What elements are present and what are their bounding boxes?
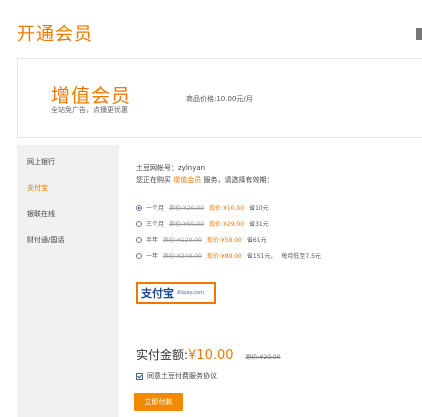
sidebar-item-unionpay[interactable]: 银联在线 bbox=[27, 209, 55, 219]
pay-original: 原价:¥20.00 bbox=[245, 354, 281, 361]
pay-amount-line: 实付金额: ¥10.00 原价:¥20.00 bbox=[136, 346, 281, 363]
page-title: 开通会员 bbox=[17, 24, 93, 45]
pay-now-button[interactable]: 立即付款 bbox=[134, 393, 183, 411]
option-period: 三个月 bbox=[146, 221, 165, 228]
option-save: 省10元 bbox=[249, 205, 269, 212]
option-now: 现价:¥10.00 bbox=[209, 205, 245, 212]
purchase-intro: 您正在购买 增值会员 服务，请选择有效期： bbox=[136, 175, 273, 185]
option-extra: 每月低至7.5元 bbox=[281, 253, 321, 260]
option-original: 原价:¥120.00 bbox=[163, 237, 202, 244]
intro-prefix: 您正在购买 bbox=[136, 176, 171, 184]
checkbox-checked-icon[interactable] bbox=[136, 372, 143, 380]
option-period: 一个月 bbox=[146, 205, 165, 212]
radio-icon[interactable] bbox=[136, 236, 142, 243]
sidebar-item-tenpay[interactable]: 财付通/国话 bbox=[27, 235, 64, 245]
option-period: 一年 bbox=[146, 253, 159, 260]
period-option[interactable]: 三个月 原价:¥60.00 现价:¥29.00 省31元 bbox=[136, 219, 274, 228]
option-original: 原价:¥60.00 bbox=[169, 221, 205, 228]
intro-suffix: 服务，请选择有效期： bbox=[203, 176, 274, 184]
alipay-logo-en: Alipay.com bbox=[177, 290, 204, 296]
option-now: 现价:¥59.00 bbox=[206, 237, 242, 244]
alipay-logo-text: 支付宝 bbox=[141, 287, 174, 300]
sidebar-item-online-bank[interactable]: 网上银行 bbox=[27, 157, 55, 167]
radio-selected-icon[interactable] bbox=[136, 204, 142, 211]
account-label: 土豆网帐号：zylnyan bbox=[136, 164, 206, 172]
product-price: 商品价格:10.00元/月 bbox=[186, 95, 253, 103]
page: 开通会员 增值会员 全站免广告，点播更优惠 商品价格:10.00元/月 网上银行… bbox=[0, 0, 422, 417]
payment-method-sidebar: 网上银行 支付宝 银联在线 财付通/国话 bbox=[17, 145, 119, 417]
period-option[interactable]: 一年 原价:¥240.00 现价:¥89.00 省151元， 每月低至7.5元 bbox=[136, 251, 326, 260]
agreement-label: 同意土豆付费服务协议 bbox=[147, 372, 217, 380]
product-name: 增值会员 bbox=[51, 85, 132, 107]
payment-content: 土豆网帐号：zylnyan 您正在购买 增值会员 服务，请选择有效期： 一个月 … bbox=[120, 145, 422, 417]
option-now: 现价:¥29.00 bbox=[209, 221, 245, 228]
option-period: 半年 bbox=[146, 237, 159, 244]
period-option[interactable]: 一个月 原价:¥20.00 现价:¥10.00 省10元 bbox=[136, 203, 274, 212]
alipay-logo[interactable]: 支付宝 Alipay.com bbox=[136, 282, 216, 304]
radio-icon[interactable] bbox=[136, 220, 142, 227]
product-card: 增值会员 全站免广告，点播更优惠 商品价格:10.00元/月 bbox=[17, 58, 422, 138]
option-save: 省151元， bbox=[246, 253, 277, 260]
radio-icon[interactable] bbox=[136, 252, 142, 259]
corner-icon bbox=[416, 28, 422, 40]
intro-highlight: 增值会员 bbox=[173, 176, 202, 184]
period-option[interactable]: 半年 原价:¥120.00 现价:¥59.00 省61元 bbox=[136, 235, 272, 244]
option-original: 原价:¥20.00 bbox=[169, 205, 205, 212]
pay-label: 实付金额: bbox=[136, 348, 189, 362]
option-now: 现价:¥89.00 bbox=[206, 253, 242, 260]
pay-amount: ¥10.00 bbox=[188, 348, 234, 363]
option-save: 省31元 bbox=[249, 221, 269, 228]
sidebar-item-alipay[interactable]: 支付宝 bbox=[27, 183, 48, 193]
option-save: 省61元 bbox=[246, 237, 267, 244]
product-subtitle: 全站免广告，点播更优惠 bbox=[51, 106, 128, 114]
agreement[interactable]: 同意土豆付费服务协议 bbox=[136, 371, 217, 381]
option-original: 原价:¥240.00 bbox=[163, 253, 202, 260]
